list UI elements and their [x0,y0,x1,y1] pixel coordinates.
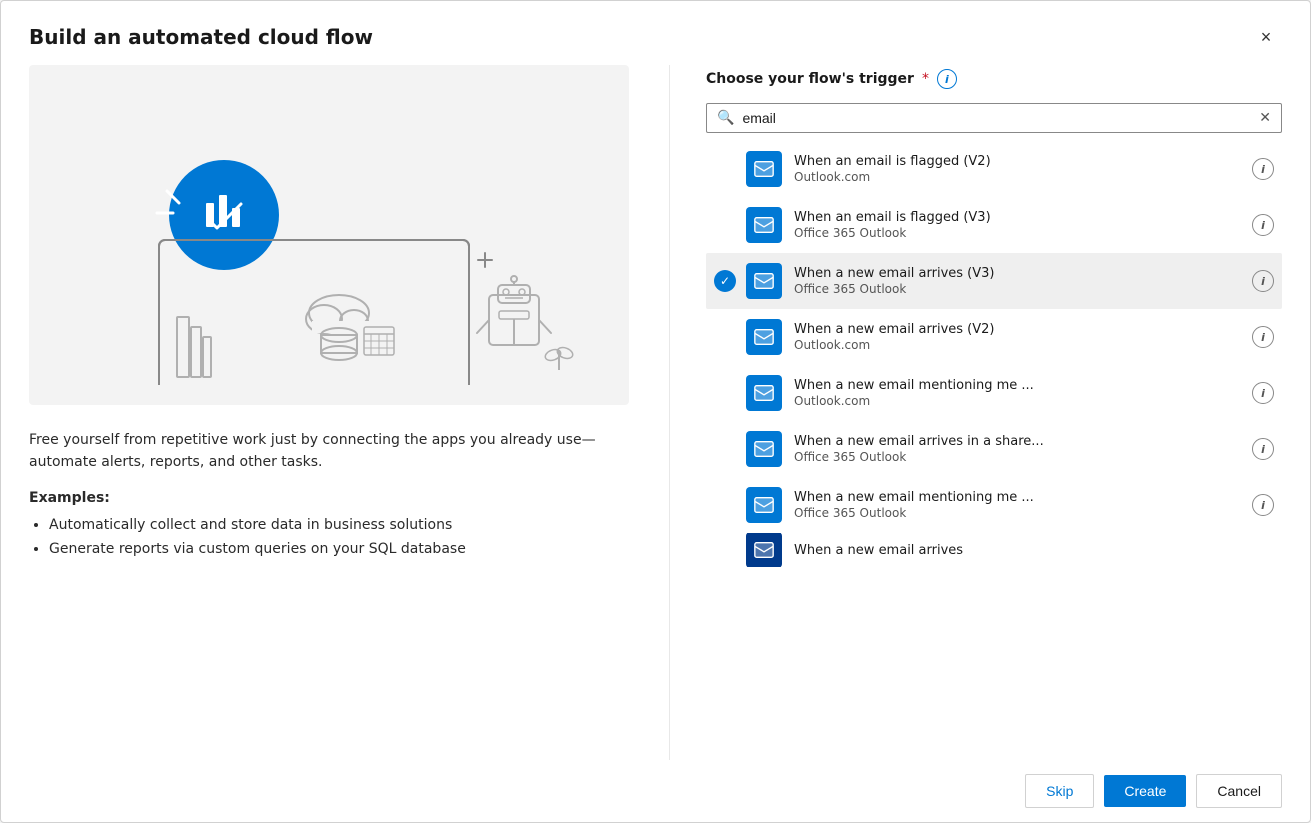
dialog-body: Free yourself from repetitive work just … [1,65,1310,760]
left-panel: Free yourself from repetitive work just … [29,65,669,760]
partial-app-icon [746,533,782,567]
trigger-source-4: Outlook.com [794,338,1244,352]
trigger-item-1[interactable]: When an email is flagged (V2) Outlook.co… [706,141,1282,197]
trigger-source-3: Office 365 Outlook [794,282,1244,296]
right-panel: Choose your flow's trigger * i 🔍 ✕ [669,65,1282,760]
trigger-info-4: When a new email arrives (V2) Outlook.co… [794,322,1244,352]
trigger-name-7: When a new email mentioning me ... [794,490,1244,505]
skip-button[interactable]: Skip [1025,774,1094,808]
dialog: Build an automated cloud flow × [0,0,1311,823]
trigger-name-6: When a new email arrives in a share... [794,434,1244,449]
trigger-info-btn-1[interactable]: i [1252,158,1274,180]
trigger-source-2: Office 365 Outlook [794,226,1244,240]
trigger-info-btn-2[interactable]: i [1252,214,1274,236]
trigger-item-5[interactable]: When a new email mentioning me ... Outlo… [706,365,1282,421]
trigger-item-2[interactable]: When an email is flagged (V3) Office 365… [706,197,1282,253]
trigger-name-3: When a new email arrives (V3) [794,266,1244,281]
dialog-header: Build an automated cloud flow × [1,1,1310,65]
trigger-source-7: Office 365 Outlook [794,506,1244,520]
cancel-button[interactable]: Cancel [1196,774,1282,808]
required-star: * [922,71,929,87]
trigger-info-1: When an email is flagged (V2) Outlook.co… [794,154,1244,184]
partial-trigger-info: When a new email arrives [794,543,1274,558]
app-icon-1 [746,151,782,187]
search-icon: 🔍 [717,110,734,126]
trigger-source-6: Office 365 Outlook [794,450,1244,464]
close-button[interactable]: × [1250,21,1282,53]
trigger-info-5: When a new email mentioning me ... Outlo… [794,378,1244,408]
clear-icon[interactable]: ✕ [1259,110,1271,126]
trigger-info-2: When an email is flagged (V3) Office 365… [794,210,1244,240]
trigger-info-7: When a new email mentioning me ... Offic… [794,490,1244,520]
trigger-source-1: Outlook.com [794,170,1244,184]
trigger-info-btn-6[interactable]: i [1252,438,1274,460]
partial-trigger-item[interactable]: When a new email arrives [706,533,1282,567]
trigger-info-icon[interactable]: i [937,69,957,89]
trigger-name-2: When an email is flagged (V3) [794,210,1244,225]
trigger-name-1: When an email is flagged (V2) [794,154,1244,169]
app-icon-6 [746,431,782,467]
trigger-label: Choose your flow's trigger [706,71,914,87]
app-icon-4 [746,319,782,355]
trigger-item-3[interactable]: ✓ When a new email arrives (V3) Office 3… [706,253,1282,309]
illustration-box [29,65,629,405]
check-circle-3: ✓ [714,270,736,292]
trigger-info-6: When a new email arrives in a share... O… [794,434,1244,464]
trigger-name-5: When a new email mentioning me ... [794,378,1244,393]
trigger-info-btn-3[interactable]: i [1252,270,1274,292]
app-icon-3 [746,263,782,299]
dialog-title: Build an automated cloud flow [29,25,373,49]
description-text: Free yourself from repetitive work just … [29,429,629,474]
trigger-item-7[interactable]: When a new email mentioning me ... Offic… [706,477,1282,533]
search-box: 🔍 ✕ [706,103,1282,133]
app-icon-7 [746,487,782,523]
search-input[interactable] [742,110,1259,126]
example-item-1: Automatically collect and store data in … [49,514,629,538]
check-mark-3: ✓ [720,274,730,288]
trigger-info-btn-5[interactable]: i [1252,382,1274,404]
trigger-info-3: When a new email arrives (V3) Office 365… [794,266,1244,296]
examples-list: Automatically collect and store data in … [29,514,629,562]
app-icon-2 [746,207,782,243]
bottom-bar: Skip Create Cancel [1,760,1310,822]
trigger-source-5: Outlook.com [794,394,1244,408]
trigger-info-btn-7[interactable]: i [1252,494,1274,516]
examples-label: Examples: [29,490,629,506]
create-button[interactable]: Create [1104,775,1186,807]
trigger-label-row: Choose your flow's trigger * i [706,69,1282,89]
trigger-item-4[interactable]: When a new email arrives (V2) Outlook.co… [706,309,1282,365]
trigger-name-4: When a new email arrives (V2) [794,322,1244,337]
trigger-list: When an email is flagged (V2) Outlook.co… [706,141,1282,760]
trigger-item-6[interactable]: When a new email arrives in a share... O… [706,421,1282,477]
example-item-2: Generate reports via custom queries on y… [49,538,629,562]
trigger-info-btn-4[interactable]: i [1252,326,1274,348]
partial-trigger-name: When a new email arrives [794,543,1274,558]
app-icon-5 [746,375,782,411]
